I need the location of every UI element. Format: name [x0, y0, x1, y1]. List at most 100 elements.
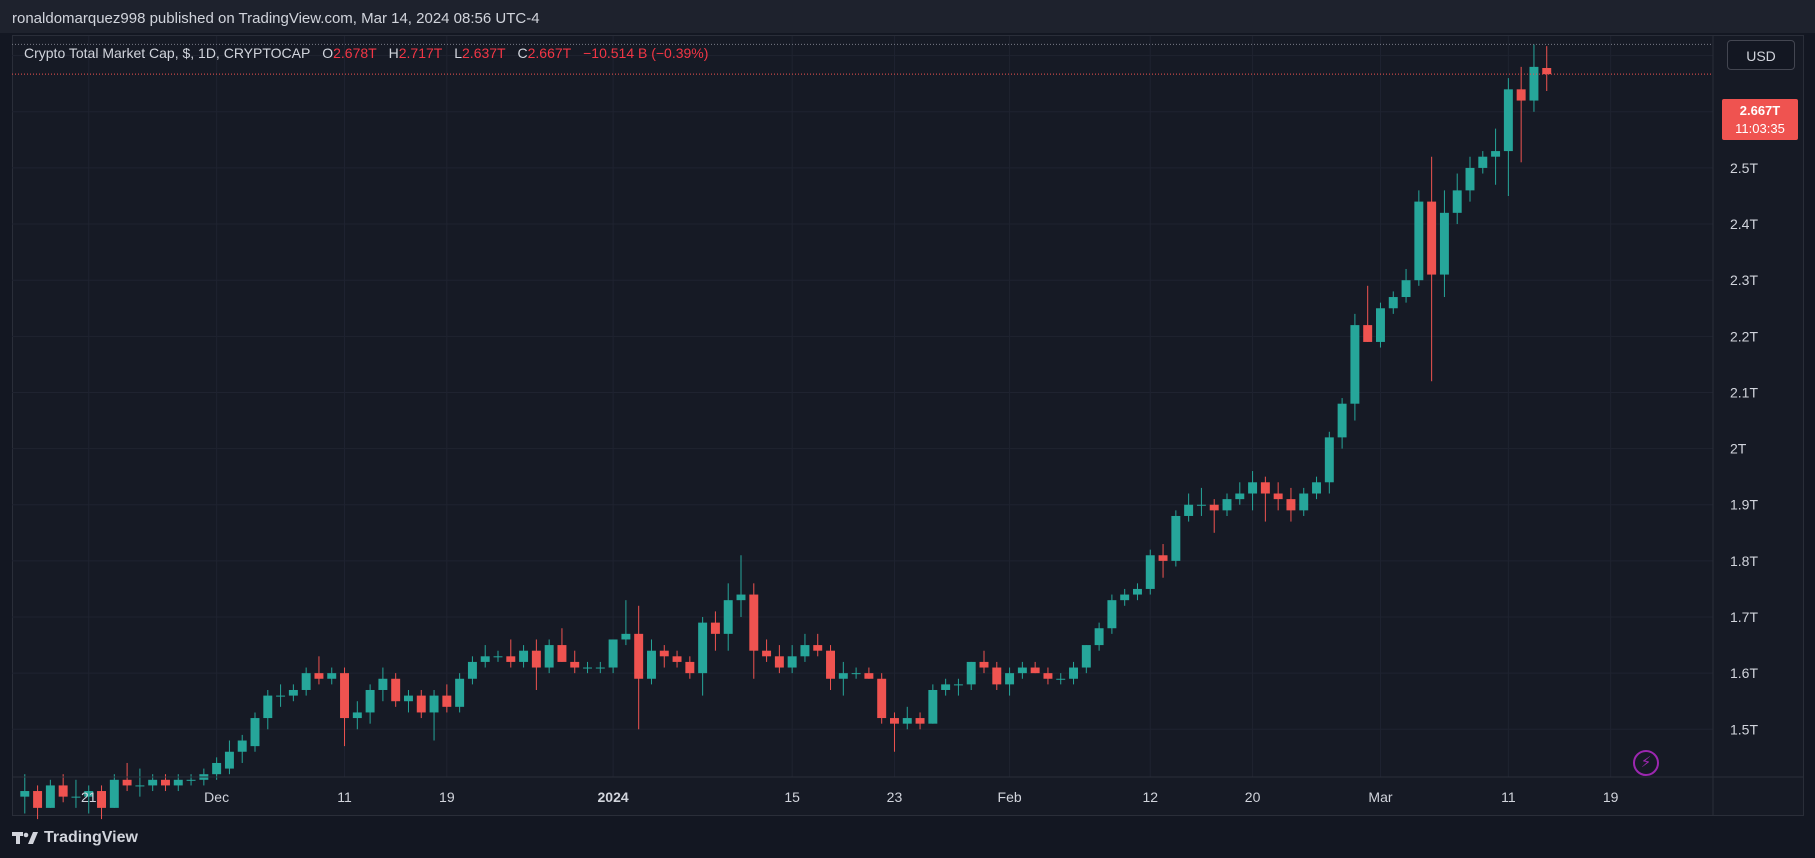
- candle-up: [327, 673, 337, 679]
- candle-up: [148, 779, 158, 786]
- candle-up: [583, 667, 593, 669]
- candle-down: [749, 594, 759, 651]
- candle-up: [1350, 325, 1360, 404]
- candle-up: [621, 633, 631, 640]
- y-tick-label: 1.8T: [1730, 553, 1758, 569]
- legend-close-value: 2.667T: [527, 45, 572, 61]
- candle-down: [531, 650, 541, 668]
- candle-down: [813, 645, 823, 651]
- candle-up: [1503, 89, 1513, 152]
- candle-up: [851, 673, 861, 675]
- x-tick-label: 11: [337, 789, 352, 805]
- candle-up: [173, 779, 183, 786]
- legend-low-value: 2.637T: [462, 45, 506, 61]
- y-tick-label: 1.5T: [1730, 721, 1758, 737]
- grid-lines: [12, 36, 1713, 777]
- candle-up: [1107, 600, 1117, 629]
- time-axis: 21 Dec 11 19 2024 15 23 Feb 12 20 Mar 11 19: [81, 789, 1619, 805]
- candle-down: [685, 661, 695, 674]
- candle-up: [1056, 678, 1066, 680]
- x-tick-label: Dec: [204, 789, 229, 805]
- candle-up: [953, 684, 963, 686]
- candle-up: [1184, 504, 1194, 516]
- candle-down: [762, 650, 772, 657]
- candle-up: [1171, 515, 1181, 561]
- x-tick-label: Feb: [998, 789, 1022, 805]
- candlestick-chart[interactable]: 2.7T2.6T2.5T2.4T2.3T2.2T2.1T2T1.9T1.8T1.…: [0, 0, 1815, 858]
- candle-up: [109, 779, 119, 808]
- legend-open-label: O: [322, 45, 334, 61]
- candle-up: [263, 695, 273, 719]
- x-tick-label: 15: [784, 789, 800, 805]
- candle-down: [774, 656, 784, 668]
- candle-up: [1248, 482, 1258, 494]
- candle-up: [902, 718, 912, 724]
- candle-up: [135, 785, 145, 787]
- candle-up: [365, 689, 375, 713]
- x-tick-label: 23: [887, 789, 903, 805]
- candle-up: [1069, 667, 1079, 679]
- candle-up: [1529, 66, 1539, 101]
- candle-up: [1465, 167, 1475, 191]
- y-tick-label: 1.6T: [1730, 665, 1758, 681]
- candle-up: [1375, 308, 1385, 342]
- candle-down: [1030, 667, 1040, 674]
- x-tick-label: 19: [439, 789, 455, 805]
- series-legend[interactable]: Crypto Total Market Cap, $, 1D, CRYPTOCA…: [24, 45, 716, 61]
- candle-up: [212, 762, 222, 775]
- tradingview-wordmark: TradingView: [44, 829, 138, 846]
- candle-down: [1427, 201, 1437, 275]
- candle-down: [1043, 673, 1053, 679]
- candle-down: [710, 622, 720, 634]
- footer: TradingView: [12, 826, 138, 850]
- x-tick-label: 21: [81, 789, 97, 805]
- candle-up: [1337, 403, 1347, 438]
- candle-up: [224, 751, 234, 769]
- candle-up: [1312, 482, 1322, 494]
- candle-up: [455, 678, 465, 707]
- y-tick-label: 2.1T: [1730, 384, 1758, 400]
- candle-up: [250, 718, 260, 747]
- candle-up: [1452, 190, 1462, 213]
- last-price-label: 2.667T 11:03:35: [1722, 99, 1798, 140]
- x-tick-label: 19: [1603, 789, 1619, 805]
- candle-down: [1363, 325, 1373, 342]
- candle-down: [340, 673, 350, 719]
- candle-up: [71, 796, 81, 798]
- candle-up: [493, 656, 503, 658]
- candle-up: [1235, 493, 1245, 500]
- candle-up: [1120, 594, 1130, 601]
- candle-down: [442, 695, 452, 707]
- candle-down: [1286, 499, 1296, 511]
- candle-down: [1273, 493, 1283, 500]
- candle-up: [429, 695, 439, 713]
- lightning-icon[interactable]: ⚡: [1633, 750, 1659, 776]
- x-tick-label: Mar: [1368, 789, 1392, 805]
- candle-up: [1491, 151, 1501, 157]
- candle-down: [122, 779, 132, 786]
- candle-down: [889, 718, 899, 724]
- candle-up: [301, 673, 311, 690]
- candle-down: [557, 645, 567, 662]
- candle-up: [544, 645, 554, 668]
- candle-up: [237, 740, 247, 752]
- legend-open-value: 2.678T: [333, 45, 377, 61]
- symbol-title[interactable]: Crypto Total Market Cap, $, 1D, CRYPTOCA…: [24, 45, 310, 61]
- y-tick-label: 2.5T: [1730, 160, 1758, 176]
- currency-button[interactable]: USD: [1727, 40, 1795, 70]
- candle-up: [1081, 645, 1091, 668]
- tradingview-logo-icon: [12, 832, 38, 844]
- legend-high-value: 2.717T: [398, 45, 443, 61]
- bar-countdown: 11:03:35: [1735, 121, 1785, 136]
- candle-up: [1401, 280, 1411, 298]
- candle-up: [186, 779, 196, 781]
- legend-close-label: C: [517, 45, 528, 61]
- candle-down: [864, 673, 874, 679]
- candle-up: [698, 622, 708, 674]
- candle-up: [1439, 212, 1449, 275]
- candle-down: [570, 661, 580, 668]
- candle-up: [1478, 156, 1488, 168]
- x-tick-label: 12: [1142, 789, 1158, 805]
- candle-down: [391, 678, 401, 702]
- candle-up: [966, 661, 976, 685]
